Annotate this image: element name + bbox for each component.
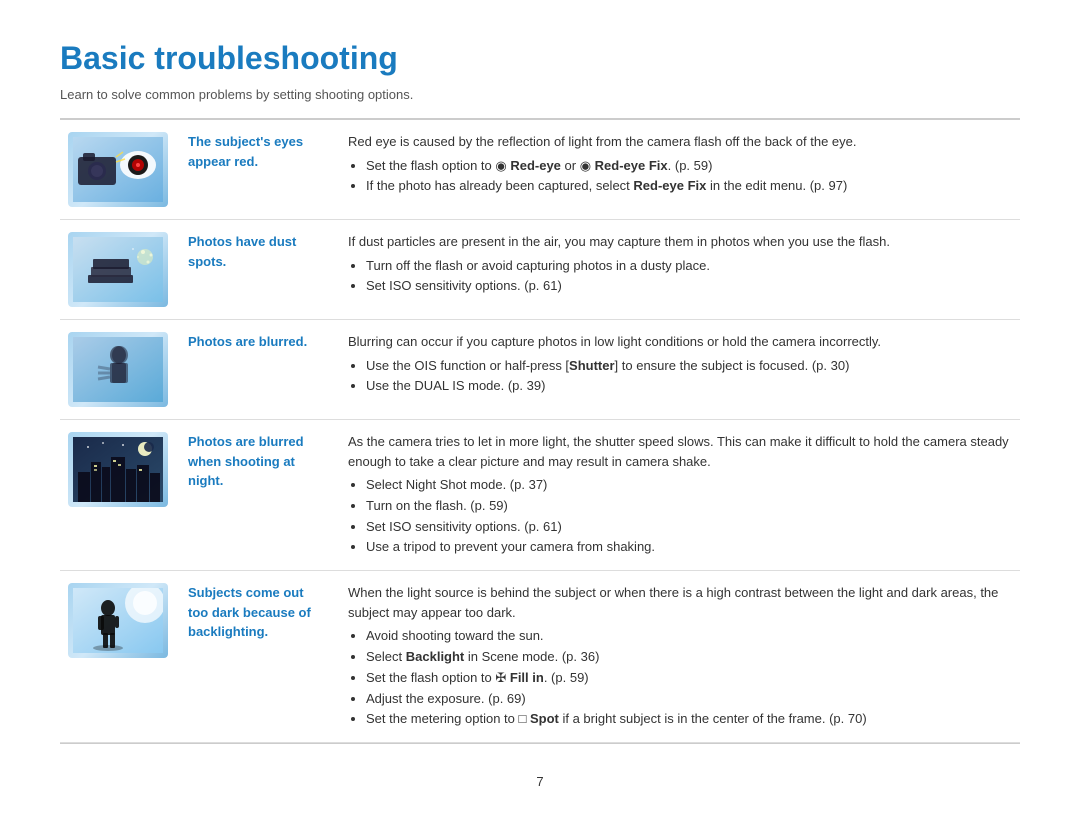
label-cell-backlight: Subjects come outtoo dark because ofback…: [180, 571, 340, 743]
table-row: Photos are blurredwhen shooting atnight.…: [60, 420, 1020, 571]
desc-intro-night: As the camera tries to let in more light…: [348, 432, 1012, 471]
page-number: 7: [60, 774, 1020, 789]
label-cell-red-eye: The subject's eyesappear red.: [180, 120, 340, 220]
page-title: Basic troubleshooting: [60, 40, 1020, 77]
bullet-item: Avoid shooting toward the sun.: [366, 626, 1012, 647]
illustration-dust: [68, 232, 168, 307]
label-cell-dust: Photos have dustspots.: [180, 220, 340, 320]
image-cell-dust: [60, 220, 180, 320]
bullet-item: Use the OIS function or half-press [Shut…: [366, 356, 1012, 377]
desc-intro-dust: If dust particles are present in the air…: [348, 232, 1012, 252]
bullet-item: Select Backlight in Scene mode. (p. 36): [366, 647, 1012, 668]
problem-label-night: Photos are blurredwhen shooting atnight.: [188, 434, 304, 488]
image-cell-night: [60, 420, 180, 571]
bullet-item: Turn on the flash. (p. 59): [366, 496, 1012, 517]
bullet-item: Set ISO sensitivity options. (p. 61): [366, 517, 1012, 538]
troubleshooting-table: The subject's eyesappear red. Red eye is…: [60, 120, 1020, 743]
bullet-item: Select Night Shot mode. (p. 37): [366, 475, 1012, 496]
illustration-night: [68, 432, 168, 507]
desc-cell-backlight: When the light source is behind the subj…: [340, 571, 1020, 743]
label-cell-blurred: Photos are blurred.: [180, 320, 340, 420]
desc-cell-dust: If dust particles are present in the air…: [340, 220, 1020, 320]
desc-bullets-backlight: Avoid shooting toward the sun. Select Ba…: [366, 626, 1012, 730]
image-cell-backlight: [60, 571, 180, 743]
bullet-item: Set the metering option to □ Spot if a b…: [366, 709, 1012, 730]
table-row: Photos have dustspots. If dust particles…: [60, 220, 1020, 320]
desc-cell-red-eye: Red eye is caused by the reflection of l…: [340, 120, 1020, 220]
desc-bullets-night: Select Night Shot mode. (p. 37) Turn on …: [366, 475, 1012, 558]
desc-cell-night: As the camera tries to let in more light…: [340, 420, 1020, 571]
bullet-item: Set the flash option to ◉ Red-eye or ◉ R…: [366, 156, 1012, 177]
illustration-red-eye: [68, 132, 168, 207]
table-row: Subjects come outtoo dark because ofback…: [60, 571, 1020, 743]
desc-bullets-red-eye: Set the flash option to ◉ Red-eye or ◉ R…: [366, 156, 1012, 198]
desc-intro-blurred: Blurring can occur if you capture photos…: [348, 332, 1012, 352]
bullet-item: Use the DUAL IS mode. (p. 39): [366, 376, 1012, 397]
bullet-item: Use a tripod to prevent your camera from…: [366, 537, 1012, 558]
table-row: The subject's eyesappear red. Red eye is…: [60, 120, 1020, 220]
problem-label-backlight: Subjects come outtoo dark because ofback…: [188, 585, 311, 639]
bullet-item: Set the flash option to ✠ Fill in. (p. 5…: [366, 668, 1012, 689]
problem-label-blurred: Photos are blurred.: [188, 334, 307, 349]
desc-bullets-dust: Turn off the flash or avoid capturing ph…: [366, 256, 1012, 298]
illustration-blurred: [68, 332, 168, 407]
label-cell-night: Photos are blurredwhen shooting atnight.: [180, 420, 340, 571]
bullet-item: Adjust the exposure. (p. 69): [366, 689, 1012, 710]
image-cell-red-eye: [60, 120, 180, 220]
page-subtitle: Learn to solve common problems by settin…: [60, 87, 1020, 102]
image-cell-blurred: [60, 320, 180, 420]
problem-label-dust: Photos have dustspots.: [188, 234, 296, 269]
bullet-item: Set ISO sensitivity options. (p. 61): [366, 276, 1012, 297]
desc-intro-backlight: When the light source is behind the subj…: [348, 583, 1012, 622]
desc-intro-red-eye: Red eye is caused by the reflection of l…: [348, 132, 1012, 152]
desc-bullets-blurred: Use the OIS function or half-press [Shut…: [366, 356, 1012, 398]
desc-cell-blurred: Blurring can occur if you capture photos…: [340, 320, 1020, 420]
bullet-item: If the photo has already been captured, …: [366, 176, 1012, 197]
bottom-divider: [60, 743, 1020, 744]
illustration-backlight: [68, 583, 168, 658]
table-row: Photos are blurred. Blurring can occur i…: [60, 320, 1020, 420]
bullet-item: Turn off the flash or avoid capturing ph…: [366, 256, 1012, 277]
problem-label-red-eye: The subject's eyesappear red.: [188, 134, 303, 169]
